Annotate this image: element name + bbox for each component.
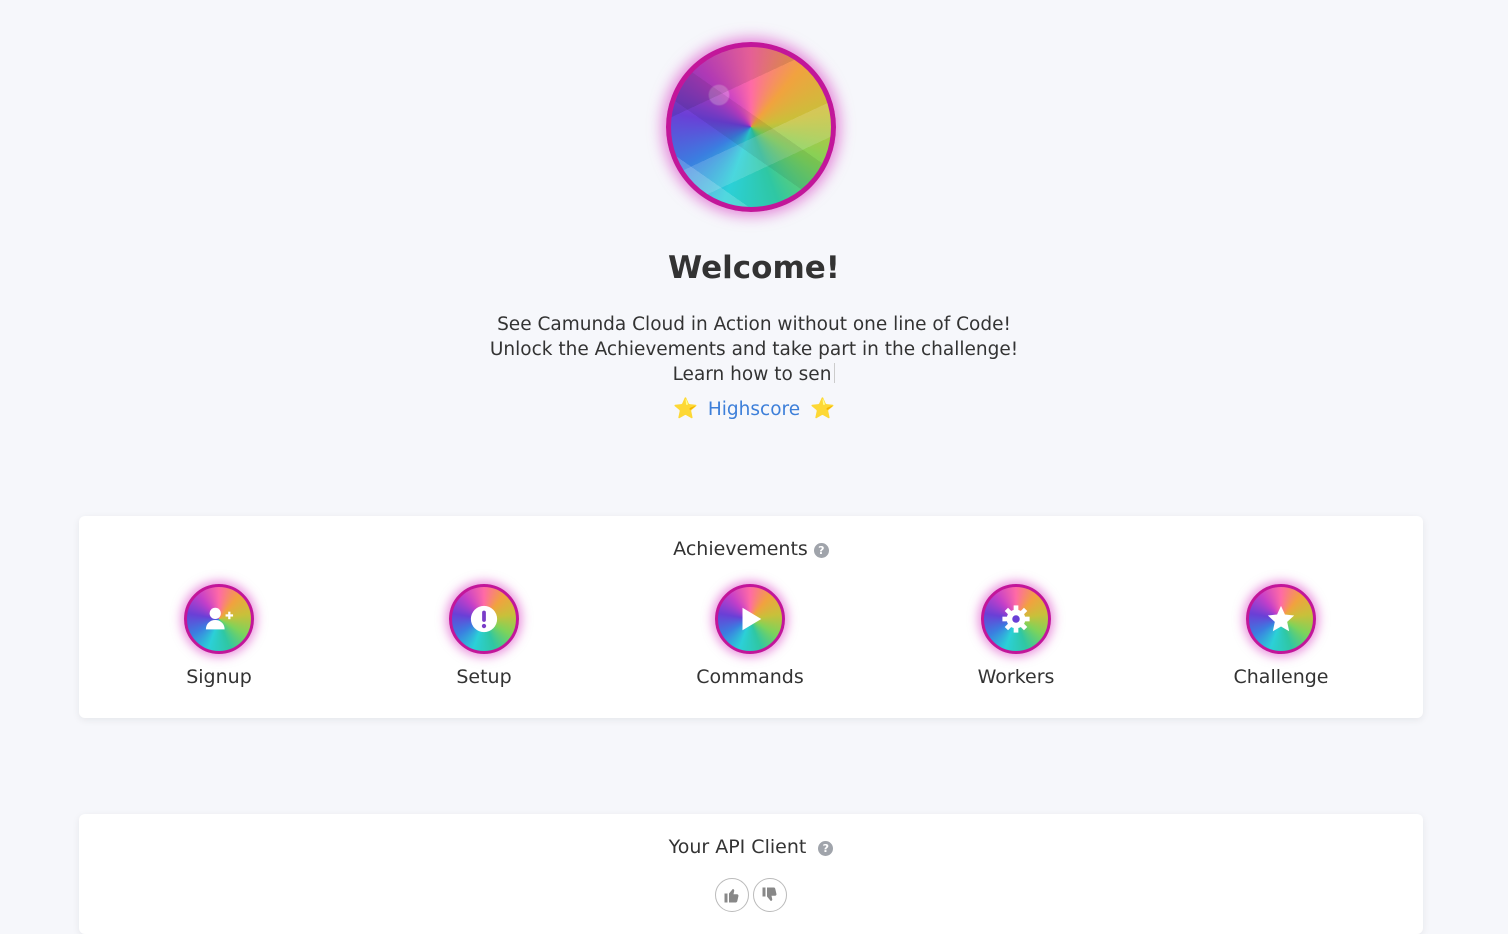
intro-line: Unlock the Achievements and take part in… [489,339,1019,360]
achievement-label: Workers [977,666,1055,688]
star-icon: ⭐ [673,396,698,420]
api-client-card: Your API Client ? [79,814,1423,934]
help-icon[interactable]: ? [818,841,834,856]
highscore-line: ⭐ Highscore ⭐ [0,396,1508,420]
thumbs-down-button[interactable] [753,878,787,912]
intro-line-typed: Learn how to sen [0,362,1508,387]
achievement-signup[interactable]: Signup [139,584,299,688]
achievement-label: Challenge [1233,666,1329,688]
highscore-link[interactable]: Highscore [708,399,800,420]
achievement-badge [981,584,1051,654]
typing-cursor [834,363,836,383]
achievement-badge [715,584,785,654]
page-title: Welcome! [668,250,840,286]
achievement-label: Signup [186,666,252,688]
intro-text: See Camunda Cloud in Action without one … [0,312,1508,387]
achievement-label: Commands [696,666,804,688]
exclamation-icon [470,605,498,633]
star-icon [1267,605,1295,632]
help-icon[interactable]: ? [813,543,829,558]
gear-icon [1002,605,1030,633]
thumbs-up-icon [724,889,739,903]
achievements-card: Achievements? Signup Setup Commands Work… [79,516,1423,718]
vote-buttons [715,878,795,918]
api-client-title: Your API Client ? [79,836,1423,858]
thumbs-down-icon [762,887,777,901]
avatar [666,42,836,212]
achievement-badge [1246,584,1316,654]
user-plus-icon [205,607,234,630]
achievement-label: Setup [456,666,512,688]
achievements-row: Signup Setup Commands Workers Challenge [79,584,1423,694]
achievement-workers[interactable]: Workers [936,584,1096,688]
achievement-badge [449,584,519,654]
achievement-commands[interactable]: Commands [670,584,830,688]
play-icon [742,607,762,631]
achievements-title: Achievements? [79,538,1423,560]
intro-line: See Camunda Cloud in Action without one … [497,314,1011,335]
achievement-badge [184,584,254,654]
star-icon: ⭐ [810,396,835,420]
thumbs-up-button[interactable] [715,878,749,912]
achievement-challenge[interactable]: Challenge [1201,584,1361,688]
achievement-setup[interactable]: Setup [404,584,564,688]
